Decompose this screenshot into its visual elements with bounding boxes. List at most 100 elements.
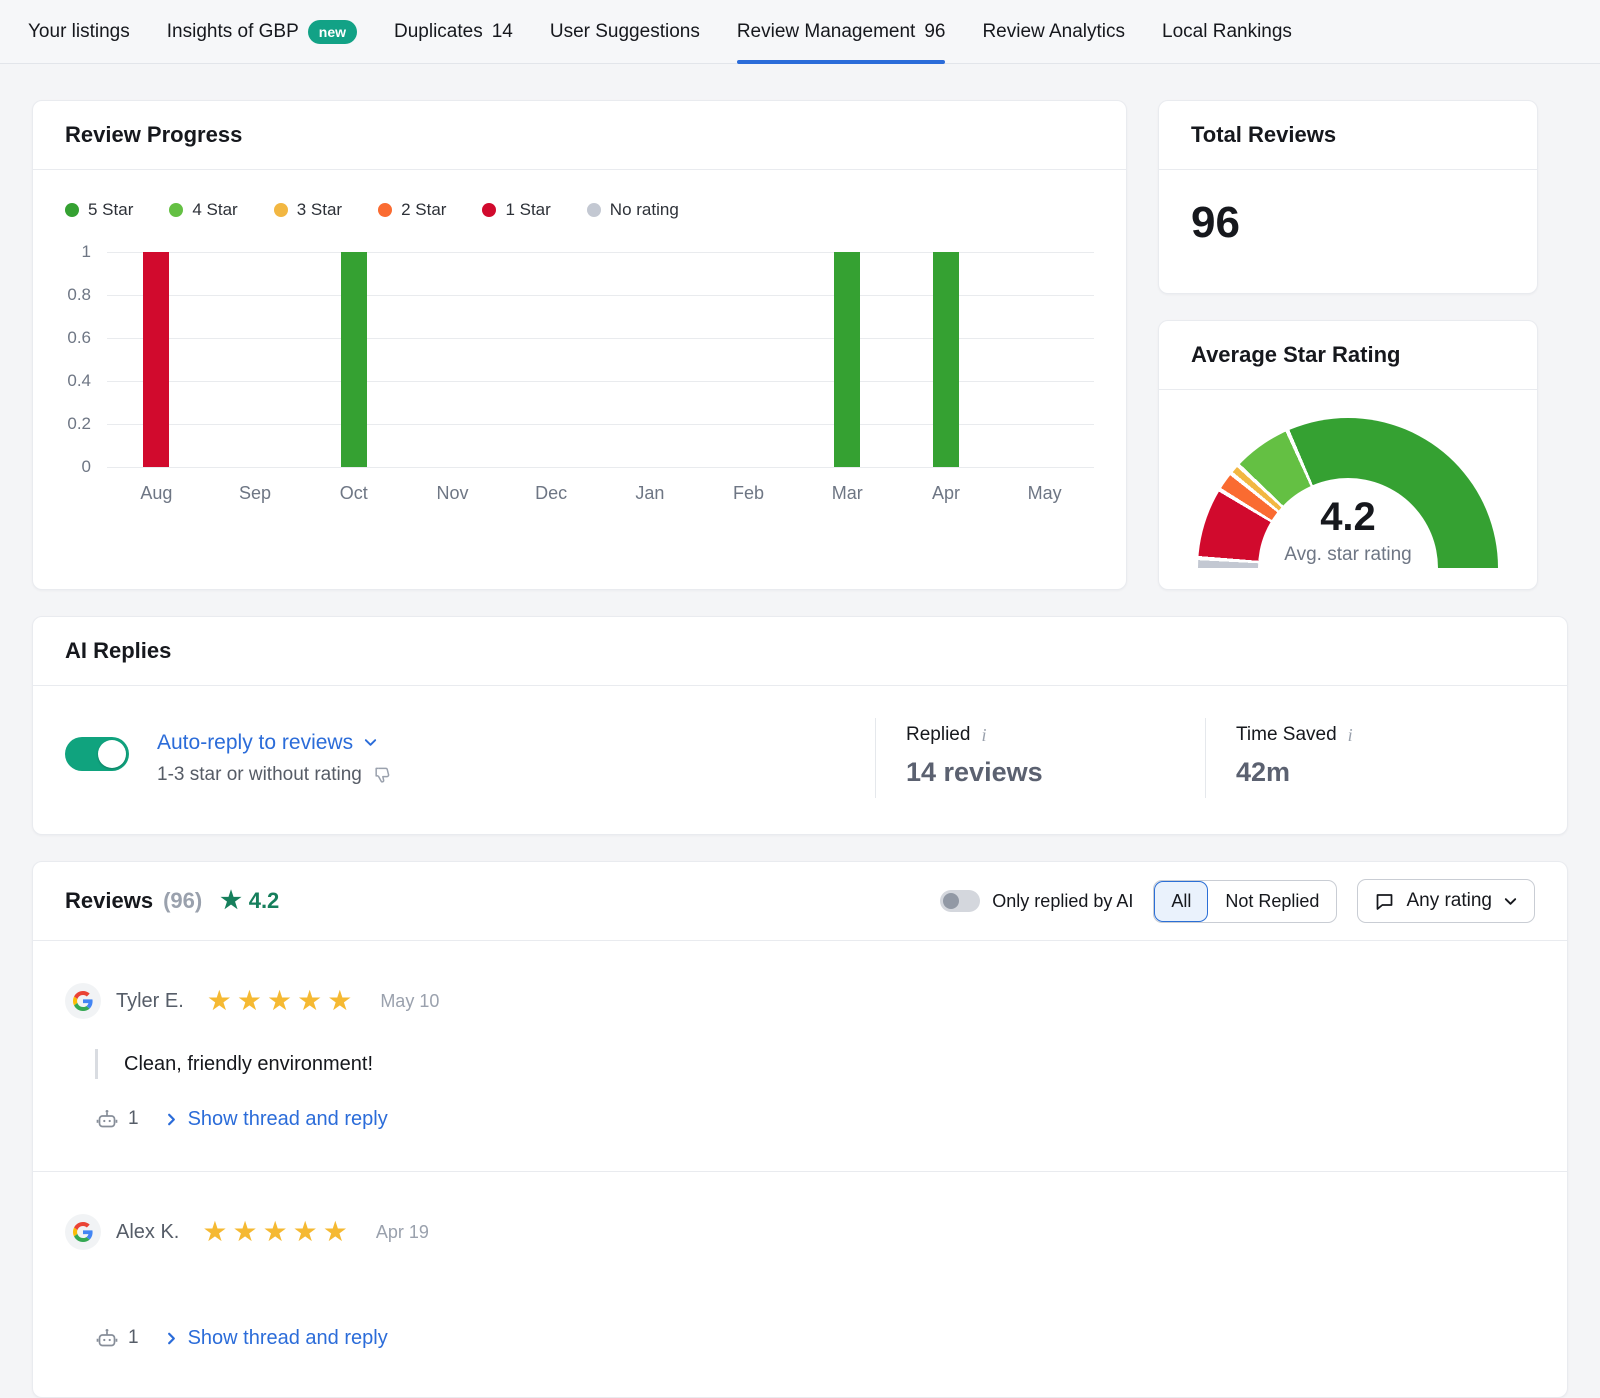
star-rating-gauge: 4.2 Avg. star rating: [1198, 418, 1498, 568]
x-tick-label: Feb: [699, 483, 798, 504]
review-progress-chart: 00.20.40.60.81 AugSepOctNovDecJanFebMarA…: [33, 220, 1126, 504]
legend-label: 5 Star: [88, 200, 133, 220]
x-tick-label: Dec: [502, 483, 601, 504]
review-item: Alex K. ★★★★★ Apr 19 1 Show t: [33, 1171, 1567, 1390]
y-tick-label: 0.4: [67, 371, 91, 391]
review-date: Apr 19: [376, 1222, 429, 1243]
tab-label: Duplicates: [394, 21, 483, 43]
x-tick-label: Mar: [798, 483, 897, 504]
info-icon[interactable]: i: [981, 726, 986, 744]
gauge-caption: Avg. star rating: [1198, 544, 1498, 566]
x-tick-label: May: [995, 483, 1094, 504]
chevron-right-icon: [164, 1331, 179, 1346]
tab-label: User Suggestions: [550, 21, 700, 43]
review-item: Tyler E. ★★★★★ May 10 Clean, friendly en…: [33, 941, 1567, 1171]
tab-label: Local Rankings: [1162, 21, 1292, 43]
rating-filter-dropdown[interactable]: Any rating: [1357, 879, 1535, 923]
legend-label: 3 Star: [297, 200, 342, 220]
total-reviews-title: Total Reviews: [1159, 101, 1537, 170]
ai-replies-title: AI Replies: [33, 617, 1567, 686]
reviewer-name: Tyler E.: [116, 990, 184, 1013]
legend-dot: [169, 203, 183, 217]
filter-all-button[interactable]: All: [1154, 881, 1208, 922]
y-tick-label: 0.6: [67, 328, 91, 348]
bar-apr-5-star: [933, 252, 959, 467]
tab-label: Insights of GBP: [167, 21, 299, 43]
tab-label: Your listings: [28, 21, 130, 43]
review-progress-title: Review Progress: [33, 101, 1126, 170]
gridline: [107, 467, 1094, 468]
bar-mar-5-star: [834, 252, 860, 467]
time-saved-value: 42m: [1236, 757, 1535, 788]
legend-dot: [274, 203, 288, 217]
tab-local-rankings[interactable]: Local Rankings: [1162, 0, 1292, 63]
chat-bubble-icon: [1374, 891, 1395, 912]
reviews-count: (96): [163, 888, 202, 914]
average-star-rating-card: Average Star Rating 4.2 Avg. star rating: [1158, 320, 1538, 590]
ai-robot-icon: [95, 1107, 119, 1131]
legend-dot: [482, 203, 496, 217]
google-logo-icon: [65, 1214, 101, 1250]
chart-plot-area: [107, 252, 1094, 467]
tab-review-analytics[interactable]: Review Analytics: [982, 0, 1125, 63]
x-tick-label: Nov: [403, 483, 502, 504]
only-replied-by-ai-toggle[interactable]: [940, 890, 980, 912]
google-logo-icon: [65, 983, 101, 1019]
time-saved-stat: Time Saved i 42m: [1205, 718, 1535, 798]
chevron-down-icon: [363, 735, 378, 750]
reply-filter-segmented-control: All Not Replied: [1153, 880, 1337, 923]
tab-duplicates[interactable]: Duplicates14: [394, 0, 513, 63]
y-tick-label: 1: [82, 242, 91, 262]
bar-aug-1-star: [143, 252, 169, 467]
show-thread-link[interactable]: Show thread and reply: [188, 1108, 388, 1131]
auto-reply-toggle[interactable]: [65, 737, 129, 771]
toggle-knob: [943, 893, 959, 909]
auto-reply-subtitle: 1-3 star or without rating: [157, 764, 362, 786]
total-reviews-value: 96: [1159, 170, 1537, 276]
x-tick-label: Jan: [601, 483, 700, 504]
legend-dot: [587, 203, 601, 217]
tab-user-suggestions[interactable]: User Suggestions: [550, 0, 700, 63]
chevron-right-icon: [164, 1112, 179, 1127]
tab-review-management[interactable]: Review Management 96: [737, 0, 946, 63]
toggle-knob: [98, 740, 126, 768]
show-thread-link[interactable]: Show thread and reply: [188, 1327, 388, 1350]
average-star-rating-title: Average Star Rating: [1159, 321, 1537, 390]
legend-label: No rating: [610, 200, 679, 220]
thumbs-down-icon: [372, 765, 392, 785]
legend-item-3-star: 3 Star: [274, 200, 342, 220]
y-tick-label: 0: [82, 457, 91, 477]
star-rating: ★★★★★: [207, 987, 358, 1015]
legend-item-4-star: 4 Star: [169, 200, 237, 220]
page-content: Review Progress 5 Star 4 Star 3 Star 2 Star…: [0, 64, 1600, 1398]
legend-label: 1 Star: [505, 200, 550, 220]
only-replied-by-ai-label: Only replied by AI: [992, 891, 1133, 912]
legend-dot: [65, 203, 79, 217]
rating-filter-label: Any rating: [1406, 890, 1492, 912]
rating-star-icon: ★: [220, 889, 242, 913]
filter-not-replied-button[interactable]: Not Replied: [1208, 881, 1336, 922]
legend-label: 2 Star: [401, 200, 446, 220]
legend-dot: [378, 203, 392, 217]
legend-item-2-star: 2 Star: [378, 200, 446, 220]
replied-value: 14 reviews: [906, 757, 1205, 788]
y-tick-label: 0.2: [67, 414, 91, 434]
y-tick-label: 0.8: [67, 285, 91, 305]
info-icon[interactable]: i: [1348, 726, 1353, 744]
tab-your-listings[interactable]: Your listings: [28, 0, 130, 63]
ai-reply-count: 1: [128, 1327, 139, 1349]
review-date: May 10: [380, 991, 439, 1012]
x-tick-label: Aug: [107, 483, 206, 504]
review-progress-card: Review Progress 5 Star 4 Star 3 Star 2 Star…: [32, 100, 1127, 590]
ai-reply-count: 1: [128, 1108, 139, 1130]
replied-label: Replied: [906, 724, 970, 746]
reviews-card: Reviews (96) ★ 4.2 Only replied by AI Al…: [32, 861, 1568, 1398]
replied-stat: Replied i 14 reviews: [875, 718, 1205, 798]
x-tick-label: Sep: [206, 483, 305, 504]
auto-reply-link[interactable]: Auto-reply to reviews: [157, 731, 392, 755]
tab-count: 96: [924, 21, 945, 43]
tab-label: Review Management: [737, 21, 915, 43]
tab-insights-of-gbp[interactable]: Insights of GBP new: [167, 0, 357, 63]
new-badge: new: [308, 20, 357, 44]
reviews-title: Reviews: [65, 888, 153, 914]
